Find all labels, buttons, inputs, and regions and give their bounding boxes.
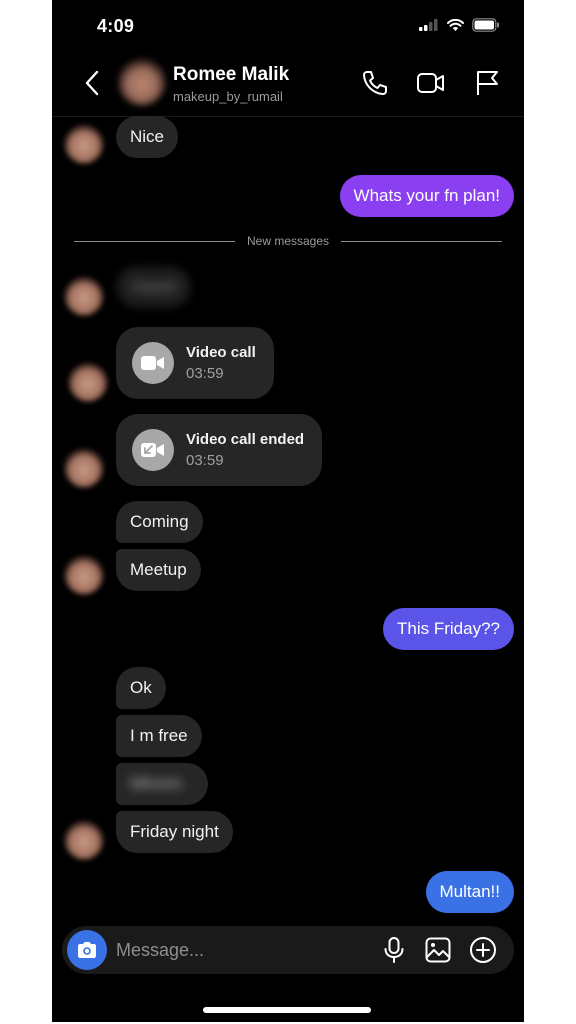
message-composer — [62, 926, 514, 974]
message-outgoing[interactable]: This Friday?? — [383, 608, 514, 650]
call-title: Video call ended — [186, 431, 305, 448]
phone-screen: 4:09 Romee Malik makeup_by_rumail Nice W… — [52, 0, 524, 1022]
video-call-missed-icon — [132, 429, 174, 471]
microphone-icon[interactable] — [380, 936, 408, 964]
message-incoming[interactable]: Mhmm — [116, 763, 208, 805]
message-bubble: Friday night — [116, 811, 233, 853]
sender-avatar[interactable] — [64, 276, 104, 316]
message-incoming[interactable]: Nice — [116, 116, 179, 158]
flag-icon[interactable] — [472, 68, 502, 98]
video-camera-icon[interactable] — [416, 68, 446, 98]
sender-avatar[interactable] — [64, 124, 104, 164]
message-incoming[interactable]: Sweet — [116, 266, 192, 308]
message-incoming[interactable]: Meetup — [116, 549, 201, 591]
message-outgoing[interactable]: Whats your fn plan! — [339, 175, 514, 217]
video-call-ended-card[interactable]: Video call ended 03:59 — [116, 414, 323, 486]
message-incoming[interactable]: I m free — [116, 715, 202, 757]
home-indicator[interactable] — [203, 1007, 371, 1013]
message-bubble: Multan!! — [425, 871, 514, 913]
message-bubble: Nice — [116, 116, 179, 158]
call-duration: 03:59 — [186, 452, 224, 469]
status-icons — [419, 18, 500, 32]
message-bubble-blurred: Mhmm — [116, 763, 208, 805]
chat-header: Romee Malik makeup_by_rumail — [52, 52, 524, 114]
contact-name[interactable]: Romee Malik — [173, 64, 289, 86]
message-input[interactable] — [116, 938, 316, 962]
gallery-icon[interactable] — [424, 936, 452, 964]
wifi-icon — [447, 19, 464, 31]
battery-icon — [472, 18, 499, 32]
plus-circle-icon[interactable] — [469, 936, 497, 964]
video-call-card[interactable]: Video call 03:59 — [116, 327, 274, 399]
divider-line — [341, 240, 502, 242]
status-time: 4:09 — [97, 16, 135, 36]
phone-icon[interactable] — [360, 68, 390, 98]
sender-avatar[interactable] — [64, 555, 104, 595]
camera-icon — [78, 942, 96, 958]
divider-line — [74, 240, 235, 242]
new-messages-label: New messages — [246, 234, 330, 248]
camera-button[interactable] — [67, 930, 107, 970]
message-incoming[interactable]: Friday night — [116, 811, 233, 853]
sender-avatar[interactable] — [68, 362, 108, 402]
message-bubble: Coming — [116, 501, 203, 543]
sender-avatar[interactable] — [64, 820, 104, 860]
back-chevron-icon[interactable] — [80, 68, 104, 98]
cellular-signal-icon — [419, 19, 438, 31]
call-title: Video call — [186, 344, 256, 361]
video-call-icon — [132, 342, 174, 384]
message-bubble-blurred: Sweet — [116, 266, 192, 308]
message-bubble: This Friday?? — [383, 608, 514, 650]
contact-avatar[interactable] — [118, 58, 166, 106]
message-incoming[interactable]: Ok — [116, 667, 166, 709]
call-duration: 03:59 — [186, 365, 224, 382]
message-incoming[interactable]: Coming — [116, 501, 203, 543]
message-bubble: Whats your fn plan! — [339, 175, 514, 217]
message-outgoing[interactable]: Multan!! — [425, 871, 514, 913]
message-bubble: I m free — [116, 715, 202, 757]
message-bubble: Meetup — [116, 549, 201, 591]
new-messages-divider: New messages — [74, 232, 502, 250]
sender-avatar[interactable] — [64, 448, 104, 488]
message-bubble: Ok — [116, 667, 166, 709]
contact-username: makeup_by_rumail — [173, 89, 283, 104]
